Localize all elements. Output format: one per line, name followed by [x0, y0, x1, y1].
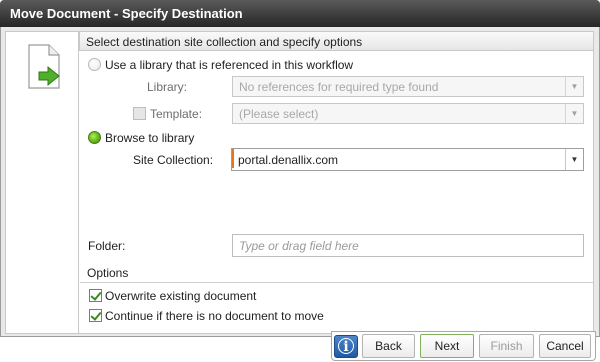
- chevron-down-icon[interactable]: ▼: [565, 77, 583, 96]
- active-field-indicator: [232, 149, 234, 168]
- next-button[interactable]: Next: [420, 334, 474, 358]
- options-header-text: Options: [87, 266, 129, 280]
- radio-use-workflow-library-label[interactable]: Use a library that is referenced in this…: [105, 58, 353, 72]
- section-header: Select destination site collection and s…: [79, 31, 594, 51]
- template-checkbox[interactable]: [133, 107, 146, 120]
- options-header: Options: [80, 264, 593, 281]
- library-label: Library:: [147, 80, 188, 94]
- folder-input-placeholder: Type or drag field here: [239, 239, 359, 253]
- continue-checkbox[interactable]: [89, 309, 102, 322]
- info-button[interactable]: i: [334, 335, 358, 358]
- radio-use-workflow-library[interactable]: [88, 58, 101, 71]
- folder-input[interactable]: Type or drag field here: [232, 234, 584, 257]
- radio-browse-library-label[interactable]: Browse to library: [105, 131, 194, 145]
- radio-browse-library[interactable]: [88, 131, 101, 144]
- template-dropdown[interactable]: (Please select) ▼: [232, 103, 584, 124]
- chevron-down-icon[interactable]: ▼: [565, 104, 583, 123]
- folder-label: Folder:: [88, 239, 126, 253]
- cancel-button[interactable]: Cancel: [539, 334, 591, 358]
- dialog-title: Move Document - Specify Destination: [10, 6, 243, 21]
- title-bar: Move Document - Specify Destination: [0, 0, 600, 27]
- document-move-icon: [28, 44, 60, 89]
- overwrite-label[interactable]: Overwrite existing document: [105, 289, 256, 303]
- library-dropdown-text: No references for required type found: [239, 80, 439, 94]
- icon-pane: [5, 31, 79, 334]
- template-dropdown-text: (Please select): [239, 107, 319, 121]
- site-collection-label: Site Collection:: [133, 153, 214, 167]
- finish-button[interactable]: Finish: [479, 334, 534, 358]
- library-dropdown[interactable]: No references for required type found ▼: [232, 76, 584, 97]
- continue-label[interactable]: Continue if there is no document to move: [105, 309, 324, 323]
- move-document-dialog: Move Document - Specify Destination Sele…: [0, 0, 600, 362]
- section-header-text: Select destination site collection and s…: [86, 35, 363, 49]
- overwrite-checkbox[interactable]: [89, 289, 102, 302]
- site-collection-dropdown[interactable]: portal.denallix.com ▼: [231, 148, 584, 171]
- back-button[interactable]: Back: [362, 334, 415, 358]
- options-divider: [80, 282, 593, 283]
- chevron-down-icon[interactable]: ▼: [565, 149, 583, 170]
- site-collection-value: portal.denallix.com: [238, 153, 339, 167]
- template-label: Template:: [150, 107, 203, 121]
